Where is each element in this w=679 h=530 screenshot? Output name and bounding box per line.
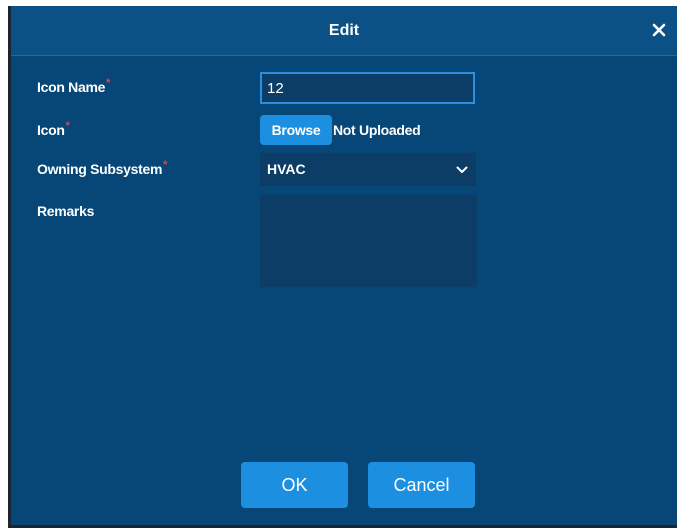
chevron-down-icon — [456, 165, 468, 175]
dialog-title: Edit — [328, 22, 360, 39]
cancel-button[interactable]: Cancel — [368, 462, 475, 508]
required-mark: * — [163, 159, 168, 171]
icon-name-label-text: Icon Name — [37, 79, 106, 95]
owning-subsystem-label: Owning Subsystem* — [37, 159, 168, 177]
owning-subsystem-label-text: Owning Subsystem — [37, 161, 163, 177]
remarks-label: Remarks — [37, 203, 94, 219]
close-icon[interactable] — [651, 22, 667, 38]
icon-name-input[interactable] — [260, 72, 475, 104]
dialog-titlebar: Edit — [11, 6, 677, 56]
owning-subsystem-select[interactable]: HVAC — [260, 153, 476, 186]
required-mark: * — [65, 120, 70, 132]
owning-subsystem-value: HVAC — [267, 161, 306, 177]
upload-status: Not Uploaded — [333, 122, 421, 138]
remarks-textarea[interactable] — [260, 195, 477, 287]
icon-label: Icon* — [37, 120, 70, 138]
browse-button[interactable]: Browse — [260, 115, 332, 145]
remarks-label-text: Remarks — [37, 203, 95, 219]
edit-dialog: Edit Icon Name* Icon* Browse Not Uploade… — [8, 6, 677, 528]
icon-label-text: Icon — [37, 122, 65, 138]
icon-name-label: Icon Name* — [37, 77, 111, 95]
ok-button[interactable]: OK — [241, 462, 348, 508]
required-mark: * — [106, 77, 111, 89]
